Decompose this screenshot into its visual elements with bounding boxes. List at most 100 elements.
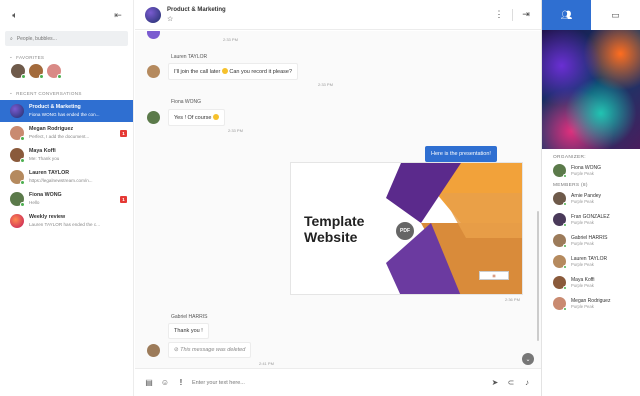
- attachment-icon[interactable]: ⊂: [506, 378, 516, 387]
- online-status-dot: [563, 244, 567, 248]
- sender-name: Lauren TAYLOR: [171, 54, 208, 60]
- member-role: Purple Peak: [571, 240, 594, 246]
- conversation-name: Weekly review: [29, 214, 66, 220]
- people-icon: 👥︎: [560, 9, 573, 20]
- online-status-dot: [20, 136, 25, 141]
- search-input[interactable]: [16, 35, 117, 42]
- conversation-preview: Me: Thank you: [29, 156, 60, 161]
- avatar: [147, 344, 160, 357]
- favorite-avatar[interactable]: [47, 64, 62, 79]
- member-row[interactable]: Megan Rodriguez Purple Peak: [542, 293, 640, 314]
- search-icon: ⌕: [10, 35, 13, 42]
- collapse-sidebar-icon[interactable]: ⇤: [112, 9, 124, 21]
- tab-files[interactable]: ▭: [591, 0, 640, 30]
- avatar: [553, 234, 567, 248]
- unread-badge: 1: [120, 129, 127, 137]
- speaker-icon[interactable]: 🔈︎: [9, 9, 21, 21]
- divider: [512, 8, 513, 21]
- avatar: [553, 164, 567, 178]
- toggle-right-panel-icon[interactable]: ⇥: [519, 8, 533, 22]
- conversation-item[interactable]: Maya Koffi Me: Thank you: [0, 144, 133, 166]
- chat-panel: Product & Marketing ☆ ⋮ ⇥ 2:33 PM Lauren…: [135, 0, 541, 396]
- file-preview-card[interactable]: Template Website PDF ▦: [290, 162, 523, 295]
- conversation-item[interactable]: Lauren TAYLOR https://legalnewstream.com/…: [0, 166, 133, 188]
- unread-badge: 1: [120, 195, 127, 203]
- send-icon[interactable]: ➤: [490, 378, 500, 387]
- message-input[interactable]: [192, 379, 484, 386]
- keyboard-icon[interactable]: ▤: [144, 378, 154, 387]
- composer: ▤ ☺ ! ➤ ⊂ ♪: [135, 368, 541, 396]
- avatar: [10, 214, 24, 228]
- tab-members[interactable]: 👥︎: [542, 0, 591, 30]
- preview-title: Template Website: [304, 213, 365, 245]
- message-list: 2:33 PM Lauren TAYLOR I'll join the call…: [135, 31, 541, 368]
- emoji-icon[interactable]: ☺: [160, 378, 170, 387]
- details-panel: 👥︎ ▭ ORGANIZER: Fiona WONG Purple Peak ME…: [541, 0, 640, 396]
- conversation-preview: Fiona WONG has ended the con...: [29, 112, 100, 117]
- microphone-icon[interactable]: ♪: [522, 378, 532, 387]
- member-row[interactable]: Maya Koffi Purple Peak: [542, 272, 640, 293]
- conversation-preview: https://legalnewstream.com/n...: [29, 178, 93, 183]
- online-status-dot: [20, 202, 25, 207]
- conversation-name: Fiona WONG: [29, 192, 62, 198]
- conversation-list: Product & Marketing Fiona WONG has ended …: [0, 100, 133, 232]
- member-row[interactable]: Fran GONZALEZ Purple Peak: [542, 209, 640, 230]
- avatar: [553, 192, 567, 206]
- star-icon[interactable]: ☆: [167, 15, 486, 24]
- scroll-to-bottom-button[interactable]: ⌄: [522, 353, 534, 365]
- conversation-item[interactable]: Weekly review Lauren TAYLOR has ended the…: [0, 210, 133, 232]
- conversation-title: Product & Marketing: [167, 6, 226, 13]
- conversation-item[interactable]: Fiona WONG Hello 1: [0, 188, 133, 210]
- conversation-item[interactable]: Megan Rodriguez Perfect, I add the docume…: [0, 122, 133, 144]
- search-box[interactable]: ⌕: [5, 31, 128, 46]
- bubble-avatar[interactable]: [145, 6, 161, 23]
- bubble-cover-image: [542, 30, 640, 149]
- recent-section-title[interactable]: ⌄ RECENT CONVERSATIONS: [0, 90, 133, 96]
- deleted-message-bubble: ⊘ This message was deleted: [168, 342, 252, 358]
- sender-name: Fiona WONG: [171, 99, 202, 105]
- member-row[interactable]: Lauren TAYLOR Purple Peak: [542, 251, 640, 272]
- online-status-dot: [563, 307, 567, 311]
- brand-logo: ▦: [479, 271, 509, 280]
- avatar: [10, 170, 25, 185]
- favorite-avatar[interactable]: [29, 64, 44, 79]
- online-status-dot: [563, 174, 567, 178]
- avatar: [553, 276, 567, 290]
- online-status-dot: [20, 180, 25, 185]
- member-name: Fran GONZALEZ: [571, 213, 610, 220]
- member-row[interactable]: Arnie Pandey Purple Peak: [542, 188, 640, 209]
- avatar: [553, 255, 567, 269]
- member-role: Purple Peak: [571, 198, 594, 204]
- online-status-dot: [21, 74, 26, 79]
- member-role: Purple Peak: [571, 219, 594, 225]
- sidebar: 🔈︎ ⇤ ⌕ ⌄ FAVORITES ⌄ RECENT CONVERSATION…: [0, 0, 134, 396]
- online-status-dot: [563, 223, 567, 227]
- sender-name: Gabriel HARRIS: [171, 314, 208, 320]
- online-status-dot: [57, 74, 62, 79]
- more-options-icon[interactable]: ⋮: [492, 8, 506, 22]
- smiley-emoji-icon: [212, 114, 219, 120]
- member-row[interactable]: Fiona WONG Purple Peak: [542, 160, 640, 181]
- member-role: Purple Peak: [571, 261, 594, 267]
- scrollbar[interactable]: [537, 211, 539, 341]
- conversation-item[interactable]: Product & Marketing Fiona WONG has ended …: [0, 100, 133, 122]
- members-label: MEMBERS (8): [553, 183, 588, 188]
- avatar: [10, 192, 25, 207]
- avatar: [10, 126, 25, 141]
- favorites-list: [0, 60, 133, 79]
- online-status-dot: [563, 202, 567, 206]
- member-row[interactable]: Gabriel HARRIS Purple Peak: [542, 230, 640, 251]
- avatar: [147, 111, 160, 124]
- favorite-avatar[interactable]: [11, 64, 26, 79]
- details-tabs: 👥︎ ▭: [542, 0, 640, 30]
- member-role: Purple Peak: [571, 303, 594, 309]
- message-text: I'll join the call later: [174, 69, 221, 75]
- avatar: [553, 213, 567, 227]
- member-name: Arnie Pandey: [571, 192, 602, 199]
- blocked-icon: ⊘: [174, 347, 179, 353]
- chevron-down-icon: ⌄: [9, 90, 14, 95]
- conversation-name: Product & Marketing: [29, 104, 81, 110]
- chat-header: Product & Marketing ☆ ⋮ ⇥: [135, 0, 541, 30]
- urgency-icon[interactable]: !: [176, 378, 186, 387]
- conversation-preview: Perfect, I add the document...: [29, 134, 90, 139]
